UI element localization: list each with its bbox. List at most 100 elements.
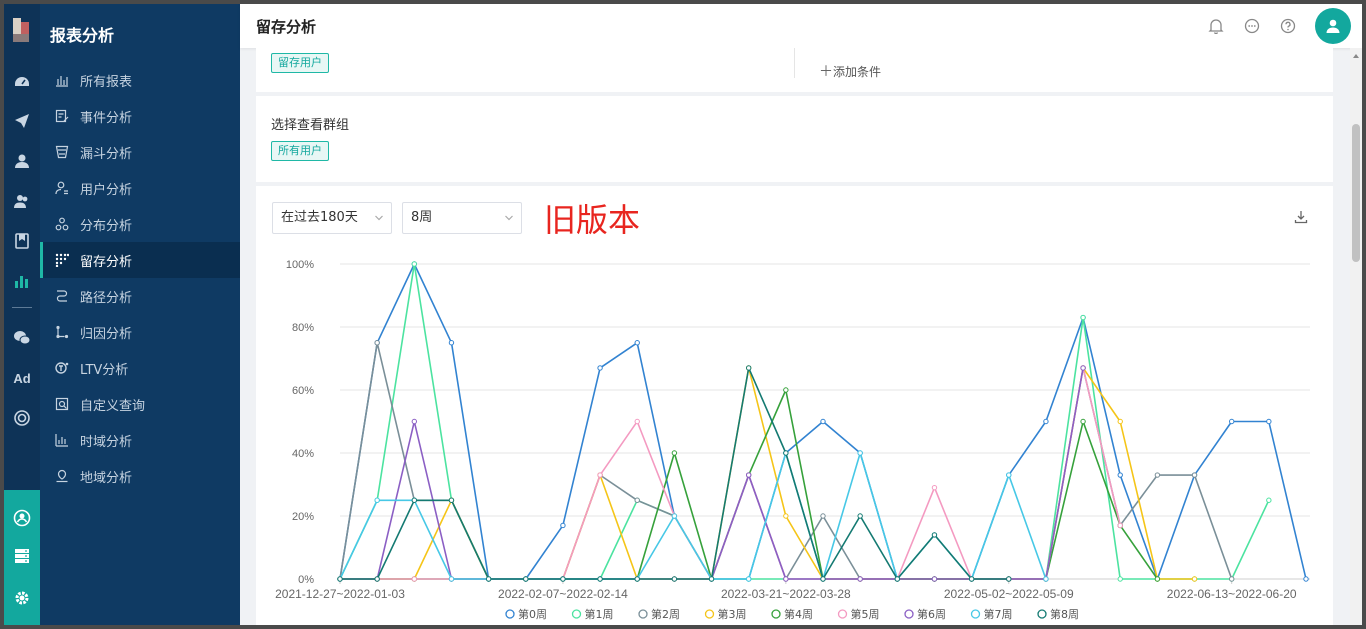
plus-icon: ＋ bbox=[819, 64, 833, 80]
distribution-icon bbox=[54, 216, 70, 232]
legend-label-2: 第2周 bbox=[651, 607, 680, 621]
sidebar-item-5[interactable]: 留存分析 bbox=[40, 242, 240, 278]
add-condition-button[interactable]: ＋添加条件 bbox=[819, 61, 881, 81]
data-point bbox=[857, 576, 863, 582]
data-point bbox=[597, 472, 603, 478]
add-condition-label: 添加条件 bbox=[833, 65, 882, 79]
data-point bbox=[1266, 497, 1272, 503]
data-point bbox=[448, 576, 455, 582]
data-point bbox=[411, 418, 418, 425]
app-window: Ad 报表分析 所有报表 事件分析 漏斗分析 用户分析 分布分析 留存分析 路径分析 归因分析… bbox=[4, 4, 1362, 625]
gear-icon[interactable] bbox=[4, 586, 40, 610]
legend-marker bbox=[837, 609, 848, 619]
data-point bbox=[820, 576, 826, 582]
sidebar-item-8[interactable]: LTV分析 bbox=[40, 350, 240, 386]
sidebar-item-2[interactable]: 漏斗分析 bbox=[40, 134, 240, 170]
sidebar: 报表分析 所有报表事件分析漏斗分析用户分析分布分析留存分析路径分析归因分析 LTV… bbox=[40, 4, 240, 625]
message-icon[interactable] bbox=[1242, 16, 1262, 36]
y-tick-label: 100% bbox=[286, 259, 314, 271]
legend-label-1: 第1周 bbox=[585, 607, 614, 621]
data-point bbox=[1006, 472, 1012, 478]
data-point bbox=[485, 576, 492, 582]
x-tick-label: 2021-12-27~2022-01-03 bbox=[275, 587, 405, 601]
data-point bbox=[634, 340, 640, 346]
chart-card: 在过去180天 8周 旧版本 0% 20% 40% 60% 80% 100% 2021-12… bbox=[256, 186, 1333, 625]
data-point bbox=[411, 261, 418, 267]
top-header: 留存分析 bbox=[240, 4, 1362, 48]
sidebar-item-label: 用户分析 bbox=[80, 182, 133, 198]
data-point bbox=[1117, 576, 1123, 582]
help-icon[interactable] bbox=[1278, 16, 1298, 36]
data-point bbox=[337, 576, 343, 582]
card-divider bbox=[794, 48, 795, 78]
scrollbar-thumb[interactable] bbox=[1352, 124, 1360, 262]
ad-icon[interactable]: Ad bbox=[4, 366, 40, 390]
user-circle-icon[interactable] bbox=[4, 506, 40, 530]
group-label: 选择查看群组 bbox=[271, 118, 350, 133]
event-icon bbox=[54, 108, 70, 124]
legend-marker bbox=[571, 609, 582, 619]
data-point bbox=[1228, 576, 1235, 582]
sidebar-item-10[interactable]: 时域分析 bbox=[40, 422, 240, 458]
sidebar-item-1[interactable]: 事件分析 bbox=[40, 98, 240, 134]
data-point bbox=[931, 484, 938, 491]
sidebar-item-label: 事件分析 bbox=[80, 110, 133, 126]
target-icon[interactable] bbox=[4, 406, 40, 430]
data-point bbox=[783, 450, 789, 456]
dashboard-icon[interactable] bbox=[4, 69, 40, 93]
retained-users-tag[interactable]: 留存用户 bbox=[271, 53, 329, 73]
rail-divider bbox=[12, 307, 32, 308]
legend-marker bbox=[505, 609, 515, 619]
sidebar-item-label: 自定义查询 bbox=[80, 398, 146, 414]
y-tick-label: 20% bbox=[292, 511, 314, 523]
all-users-tag[interactable]: 所有用户 bbox=[271, 141, 329, 161]
server-icon[interactable] bbox=[4, 544, 40, 568]
sidebar-title: 报表分析 bbox=[50, 26, 115, 45]
data-point bbox=[634, 497, 640, 503]
y-tick-label: 60% bbox=[292, 385, 314, 397]
person-icon[interactable] bbox=[4, 149, 40, 173]
data-point bbox=[634, 576, 640, 582]
data-point bbox=[1154, 576, 1161, 582]
sidebar-item-11[interactable]: 地域分析 bbox=[40, 458, 240, 494]
sidebar-item-label: 留存分析 bbox=[80, 254, 133, 270]
data-point bbox=[783, 387, 789, 393]
avatar[interactable] bbox=[1315, 8, 1351, 44]
sidebar-item-7[interactable]: 归因分析 bbox=[40, 314, 240, 350]
sidebar-item-0[interactable]: 所有报表 bbox=[40, 62, 240, 98]
page-scrollbar[interactable] bbox=[1350, 48, 1362, 625]
sidebar-item-9[interactable]: 自定义查询 bbox=[40, 386, 240, 422]
legend-label-0: 第0周 bbox=[518, 607, 547, 621]
sidebar-item-6[interactable]: 路径分析 bbox=[40, 278, 240, 314]
data-point bbox=[931, 576, 938, 582]
send-icon[interactable] bbox=[4, 109, 40, 133]
user-icon bbox=[54, 180, 70, 196]
attribution-icon bbox=[54, 324, 70, 340]
data-point bbox=[1228, 418, 1235, 425]
x-tick-label: 2022-05-02~2022-05-09 bbox=[944, 587, 1074, 601]
series-line-8 bbox=[340, 367, 1009, 580]
avatar-person-icon bbox=[1326, 19, 1340, 33]
funnel-icon bbox=[54, 144, 70, 160]
data-point bbox=[783, 513, 789, 519]
wechat-icon[interactable] bbox=[4, 326, 40, 350]
data-point bbox=[634, 418, 640, 425]
data-point bbox=[1117, 418, 1123, 425]
stats-icon[interactable] bbox=[4, 269, 40, 293]
sidebar-item-3[interactable]: 用户分析 bbox=[40, 170, 240, 206]
scroll-up-arrow-icon[interactable] bbox=[1353, 54, 1359, 58]
people-icon[interactable] bbox=[4, 189, 40, 213]
time-chart-icon bbox=[54, 432, 70, 448]
sidebar-item-label: 归因分析 bbox=[80, 326, 133, 342]
series-line-3 bbox=[340, 367, 1195, 580]
sidebar-item-4[interactable]: 分布分析 bbox=[40, 206, 240, 242]
data-point bbox=[745, 365, 752, 371]
bell-icon[interactable] bbox=[1206, 16, 1226, 36]
bookmark-icon[interactable] bbox=[4, 229, 40, 253]
data-point bbox=[1043, 576, 1049, 582]
data-point bbox=[448, 340, 455, 346]
x-tick-label: 2022-06-13~2022-06-20 bbox=[1167, 587, 1297, 601]
data-point bbox=[745, 576, 752, 582]
data-point bbox=[1043, 418, 1049, 425]
sidebar-item-label: 地域分析 bbox=[80, 470, 133, 486]
